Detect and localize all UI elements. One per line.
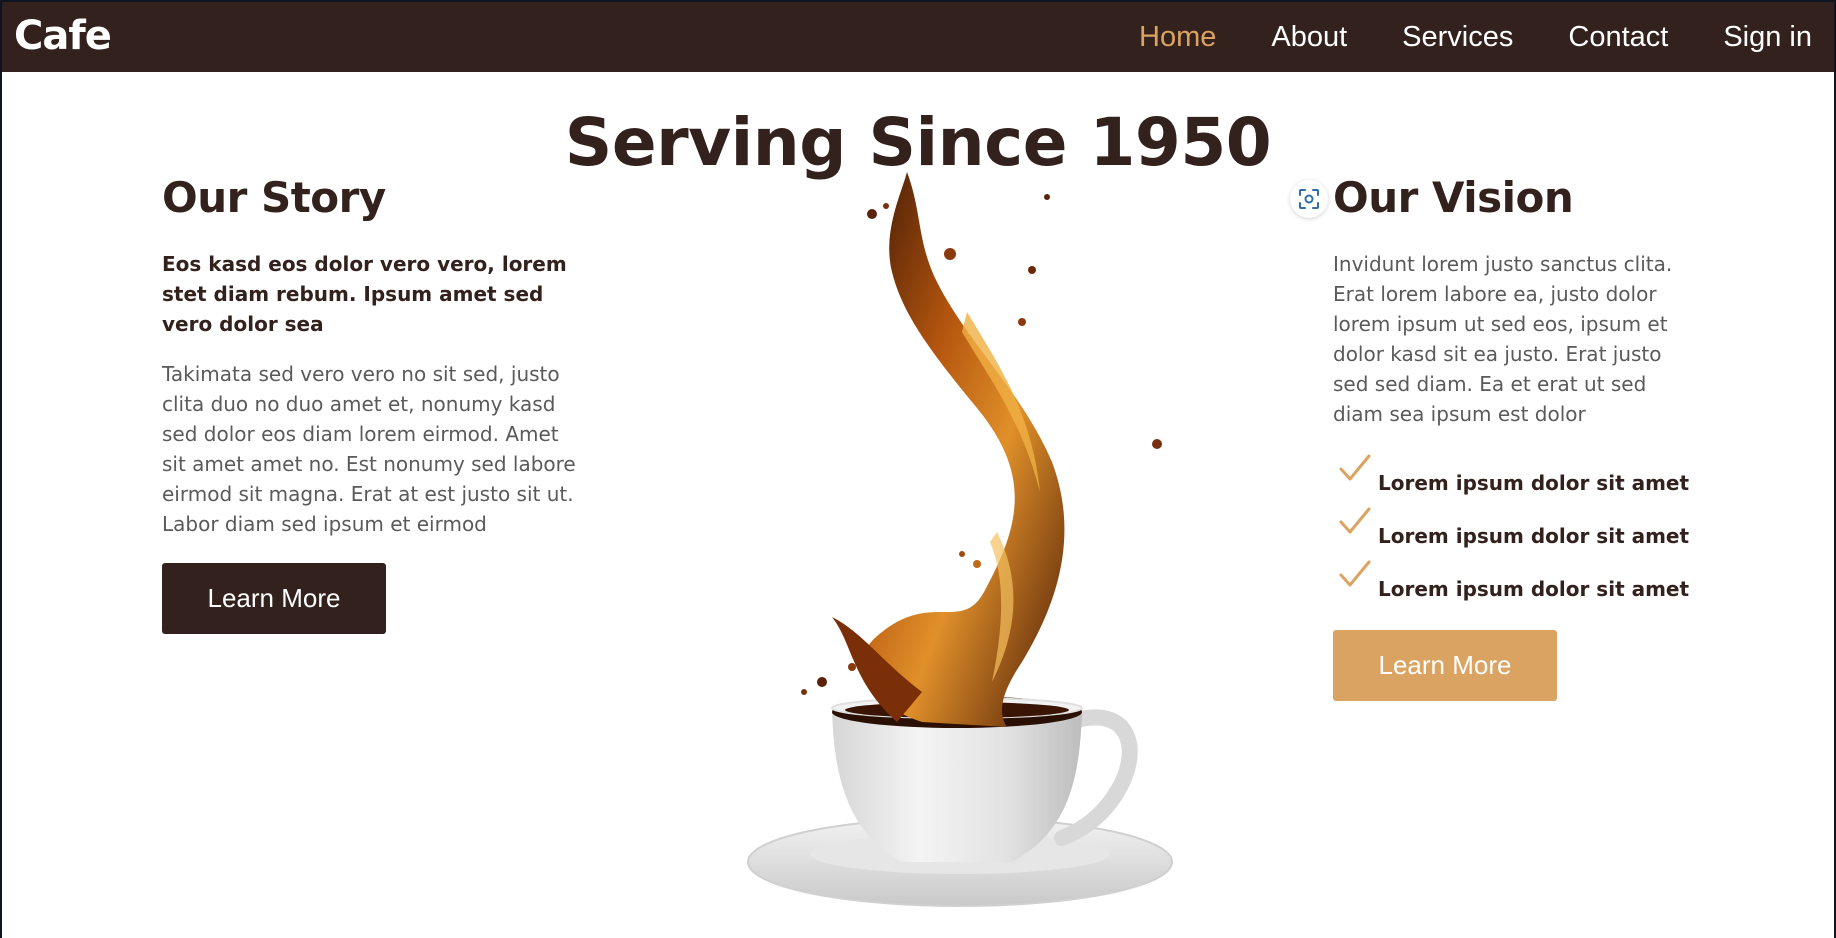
checklist-item: Lorem ipsum dolor sit amet	[1333, 559, 1693, 612]
nav-link-sign-in[interactable]: Sign in	[1723, 20, 1834, 55]
checklist-item-label: Lorem ipsum dolor sit amet	[1378, 524, 1690, 548]
navbar: Cafe Home About Services Contact Sign in	[2, 2, 1834, 72]
our-story-heading: Our Story	[162, 173, 386, 222]
page: Cafe Home About Services Contact Sign in…	[2, 2, 1834, 938]
coffee-splash-image	[747, 172, 1173, 907]
our-vision-heading: Our Vision	[1333, 173, 1574, 222]
vision-checklist: Lorem ipsum dolor sit amet Lorem ipsum d…	[1333, 453, 1693, 612]
our-story-section: Our Story Eos kasd eos dolor vero vero, …	[162, 177, 582, 634]
nav-link-contact[interactable]: Contact	[1568, 20, 1668, 55]
learn-more-button-vision[interactable]: Learn More	[1333, 630, 1557, 701]
checklist-item-label: Lorem ipsum dolor sit amet	[1378, 471, 1690, 495]
checkmark-icon	[1339, 507, 1371, 534]
screen-capture-icon[interactable]	[1290, 180, 1328, 218]
main-nav: Home About Services Contact Sign in	[1139, 20, 1834, 55]
our-story-body: Takimata sed vero vero no sit sed, justo…	[162, 362, 576, 536]
screen-capture-glyph	[1299, 189, 1319, 209]
learn-more-button-story[interactable]: Learn More	[162, 563, 386, 634]
nav-link-about[interactable]: About	[1271, 20, 1347, 55]
our-vision-section: Our Vision Invidunt lorem justo sanctus …	[1333, 177, 1693, 701]
brand-logo[interactable]: Cafe	[14, 16, 112, 56]
nav-link-services[interactable]: Services	[1402, 20, 1513, 55]
checkmark-icon	[1339, 454, 1371, 481]
checklist-item-label: Lorem ipsum dolor sit amet	[1378, 577, 1690, 601]
checklist-item: Lorem ipsum dolor sit amet	[1333, 453, 1693, 506]
our-vision-body: Invidunt lorem justo sanctus clita. Erat…	[1333, 252, 1673, 426]
nav-link-home[interactable]: Home	[1139, 20, 1216, 55]
checklist-item: Lorem ipsum dolor sit amet	[1333, 506, 1693, 559]
our-story-lead: Eos kasd eos dolor vero vero, lorem stet…	[162, 252, 567, 336]
checkmark-icon	[1339, 560, 1371, 587]
